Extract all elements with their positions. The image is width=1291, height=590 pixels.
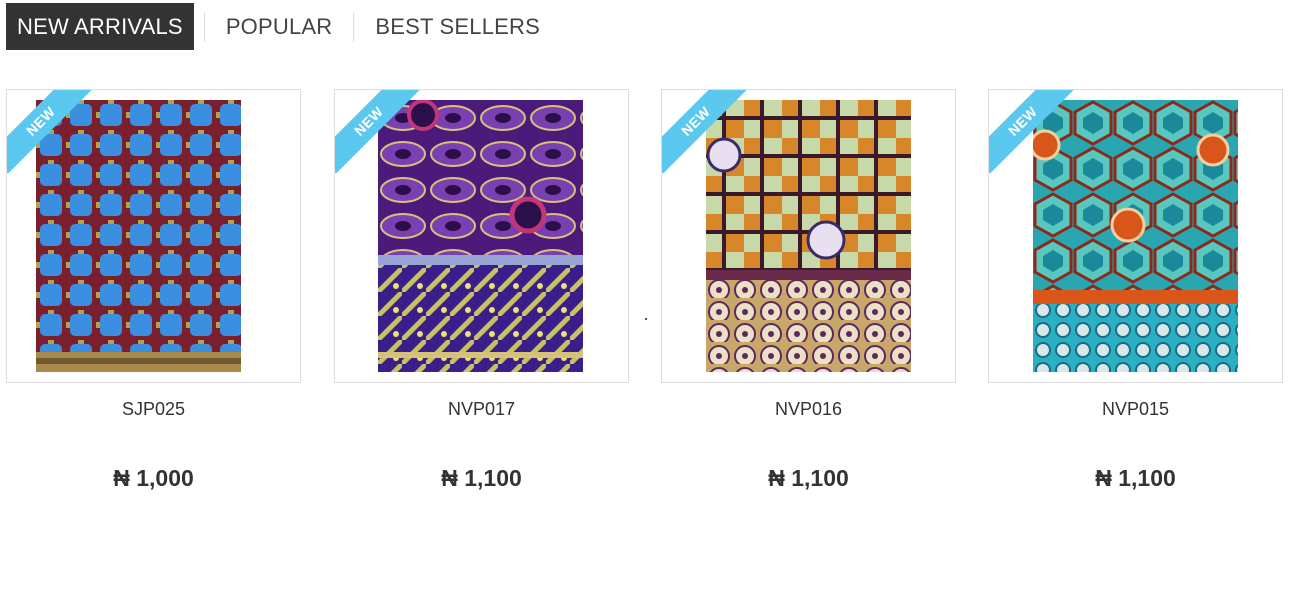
product-image-frame[interactable]: NEW xyxy=(6,89,301,383)
product-price: ₦ 1,100 xyxy=(441,465,522,491)
product-image-frame[interactable]: NEW xyxy=(334,89,629,383)
product-price: ₦ 1,000 xyxy=(113,465,194,491)
product-card[interactable]: NEW NVP017 ₦ 1,100 xyxy=(334,89,629,491)
product-image-frame[interactable]: NEW xyxy=(988,89,1283,383)
tab-new-arrivals[interactable]: NEW ARRIVALS xyxy=(6,3,194,50)
product-grid: NEW SJP025 ₦ 1,000 NEW NVP017 ₦ 1,100 NE… xyxy=(6,89,1286,509)
product-card[interactable]: NEW NVP016 ₦ 1,100 xyxy=(661,89,956,491)
product-name[interactable]: NVP016 xyxy=(661,399,956,420)
product-image-frame[interactable]: NEW xyxy=(661,89,956,383)
product-image[interactable] xyxy=(1033,100,1238,372)
product-name[interactable]: SJP025 xyxy=(6,399,301,420)
product-card[interactable]: NEW SJP025 ₦ 1,000 xyxy=(6,89,301,491)
product-card[interactable]: NEW NVP015 ₦ 1,100 xyxy=(988,89,1283,491)
tab-divider xyxy=(203,11,205,42)
tab-divider xyxy=(353,11,355,42)
tab-best-sellers[interactable]: BEST SELLERS xyxy=(364,3,551,50)
stray-dot xyxy=(645,318,647,320)
product-tabs: NEW ARRIVALS POPULAR BEST SELLERS xyxy=(6,3,551,50)
tab-popular[interactable]: POPULAR xyxy=(215,3,344,50)
product-name[interactable]: NVP015 xyxy=(988,399,1283,420)
product-name[interactable]: NVP017 xyxy=(334,399,629,420)
product-price: ₦ 1,100 xyxy=(1095,465,1176,491)
product-image[interactable] xyxy=(36,100,241,372)
product-price: ₦ 1,100 xyxy=(768,465,849,491)
product-image[interactable] xyxy=(706,100,911,372)
product-image[interactable] xyxy=(378,100,583,372)
